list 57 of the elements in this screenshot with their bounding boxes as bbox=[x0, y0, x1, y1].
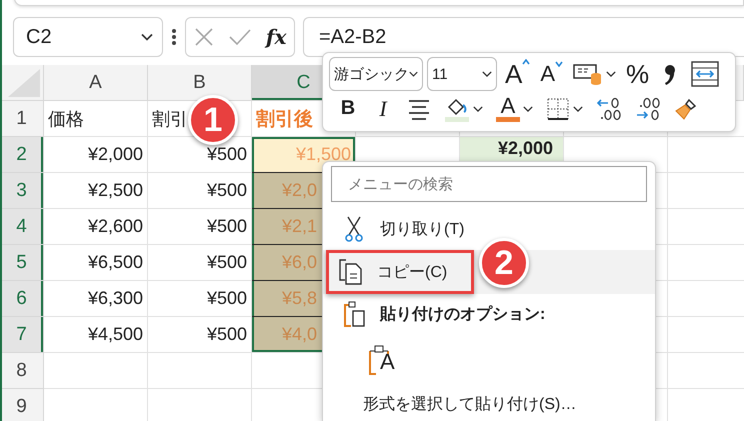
table-cell: ¥2,000 bbox=[44, 137, 148, 173]
menu-item[interactable]: 形式を選択して貼り付け(S)… bbox=[323, 386, 655, 421]
more-icon[interactable] bbox=[171, 28, 177, 46]
font-size-dropdown[interactable]: 11 bbox=[427, 57, 497, 91]
caret-down-icon bbox=[555, 61, 564, 67]
menu-item-label: コピー(C) bbox=[377, 262, 448, 282]
format-painter-icon[interactable] bbox=[674, 96, 698, 120]
align-center-icon[interactable] bbox=[407, 98, 431, 120]
caret-up-icon bbox=[522, 58, 530, 64]
chevron-down-icon[interactable] bbox=[473, 104, 483, 112]
shrink-font-button[interactable]: A bbox=[540, 61, 564, 87]
clipboard-icon bbox=[343, 301, 365, 327]
name-box[interactable]: C2 bbox=[13, 17, 163, 57]
chevron-down-icon[interactable] bbox=[140, 33, 154, 41]
copy-icon bbox=[339, 259, 363, 285]
row-header[interactable]: 4 bbox=[0, 209, 44, 245]
font-dropdown[interactable]: 游ゴシック bbox=[329, 57, 423, 91]
increase-decimal-icon[interactable] bbox=[596, 96, 622, 122]
percent-button[interactable]: % bbox=[626, 58, 650, 90]
chevron-down-icon[interactable] bbox=[573, 104, 583, 112]
chevron-down-icon[interactable] bbox=[523, 104, 533, 112]
merge-center-icon[interactable] bbox=[691, 61, 720, 87]
chevron-down-icon[interactable] bbox=[409, 70, 418, 78]
paste-option-label: A bbox=[380, 349, 395, 375]
row-header[interactable]: 8 bbox=[0, 353, 44, 389]
table-cell: ¥6,500 bbox=[44, 245, 148, 281]
borders-icon[interactable] bbox=[546, 96, 570, 120]
scissors-icon bbox=[345, 216, 363, 242]
row-header[interactable]: 1 bbox=[0, 101, 44, 137]
row-header[interactable]: 7 bbox=[0, 317, 44, 353]
table-cell: ¥2,600 bbox=[44, 209, 148, 245]
column-header[interactable]: A bbox=[44, 65, 148, 101]
decrease-decimal-icon[interactable] bbox=[635, 96, 661, 122]
number-format-icon[interactable] bbox=[573, 62, 604, 86]
font-color-button[interactable]: A bbox=[496, 95, 520, 122]
grow-font-button[interactable]: A bbox=[505, 58, 530, 90]
section-heading: 貼り付けのオプション: bbox=[380, 304, 546, 324]
step-badge: 1 bbox=[188, 95, 238, 145]
row-header[interactable]: 3 bbox=[0, 173, 44, 209]
menu-item-label: 切り取り(T) bbox=[380, 220, 464, 240]
check-icon[interactable] bbox=[228, 28, 251, 46]
chevron-down-icon[interactable] bbox=[482, 70, 492, 78]
insert-function-button[interactable]: fx bbox=[266, 25, 286, 49]
table-cell: ¥6,300 bbox=[44, 281, 148, 317]
row-header[interactable]: 2 bbox=[0, 137, 44, 173]
table-cell: ¥4,500 bbox=[44, 317, 148, 353]
comma-style-icon[interactable] bbox=[663, 62, 678, 86]
table-cell: ¥2,500 bbox=[44, 173, 148, 209]
row-header[interactable]: 6 bbox=[0, 281, 44, 317]
table-cell: 価格 bbox=[44, 101, 148, 137]
row-header[interactable]: 9 bbox=[0, 389, 44, 421]
row-header[interactable]: 5 bbox=[0, 245, 44, 281]
menu-search-field[interactable]: メニューの検索 bbox=[331, 166, 647, 202]
menu-item-label: 形式を選択して貼り付け(S)… bbox=[363, 394, 576, 414]
column-header[interactable]: B bbox=[148, 65, 252, 101]
italic-button[interactable]: I bbox=[379, 96, 387, 122]
chevron-down-icon[interactable] bbox=[606, 70, 616, 78]
